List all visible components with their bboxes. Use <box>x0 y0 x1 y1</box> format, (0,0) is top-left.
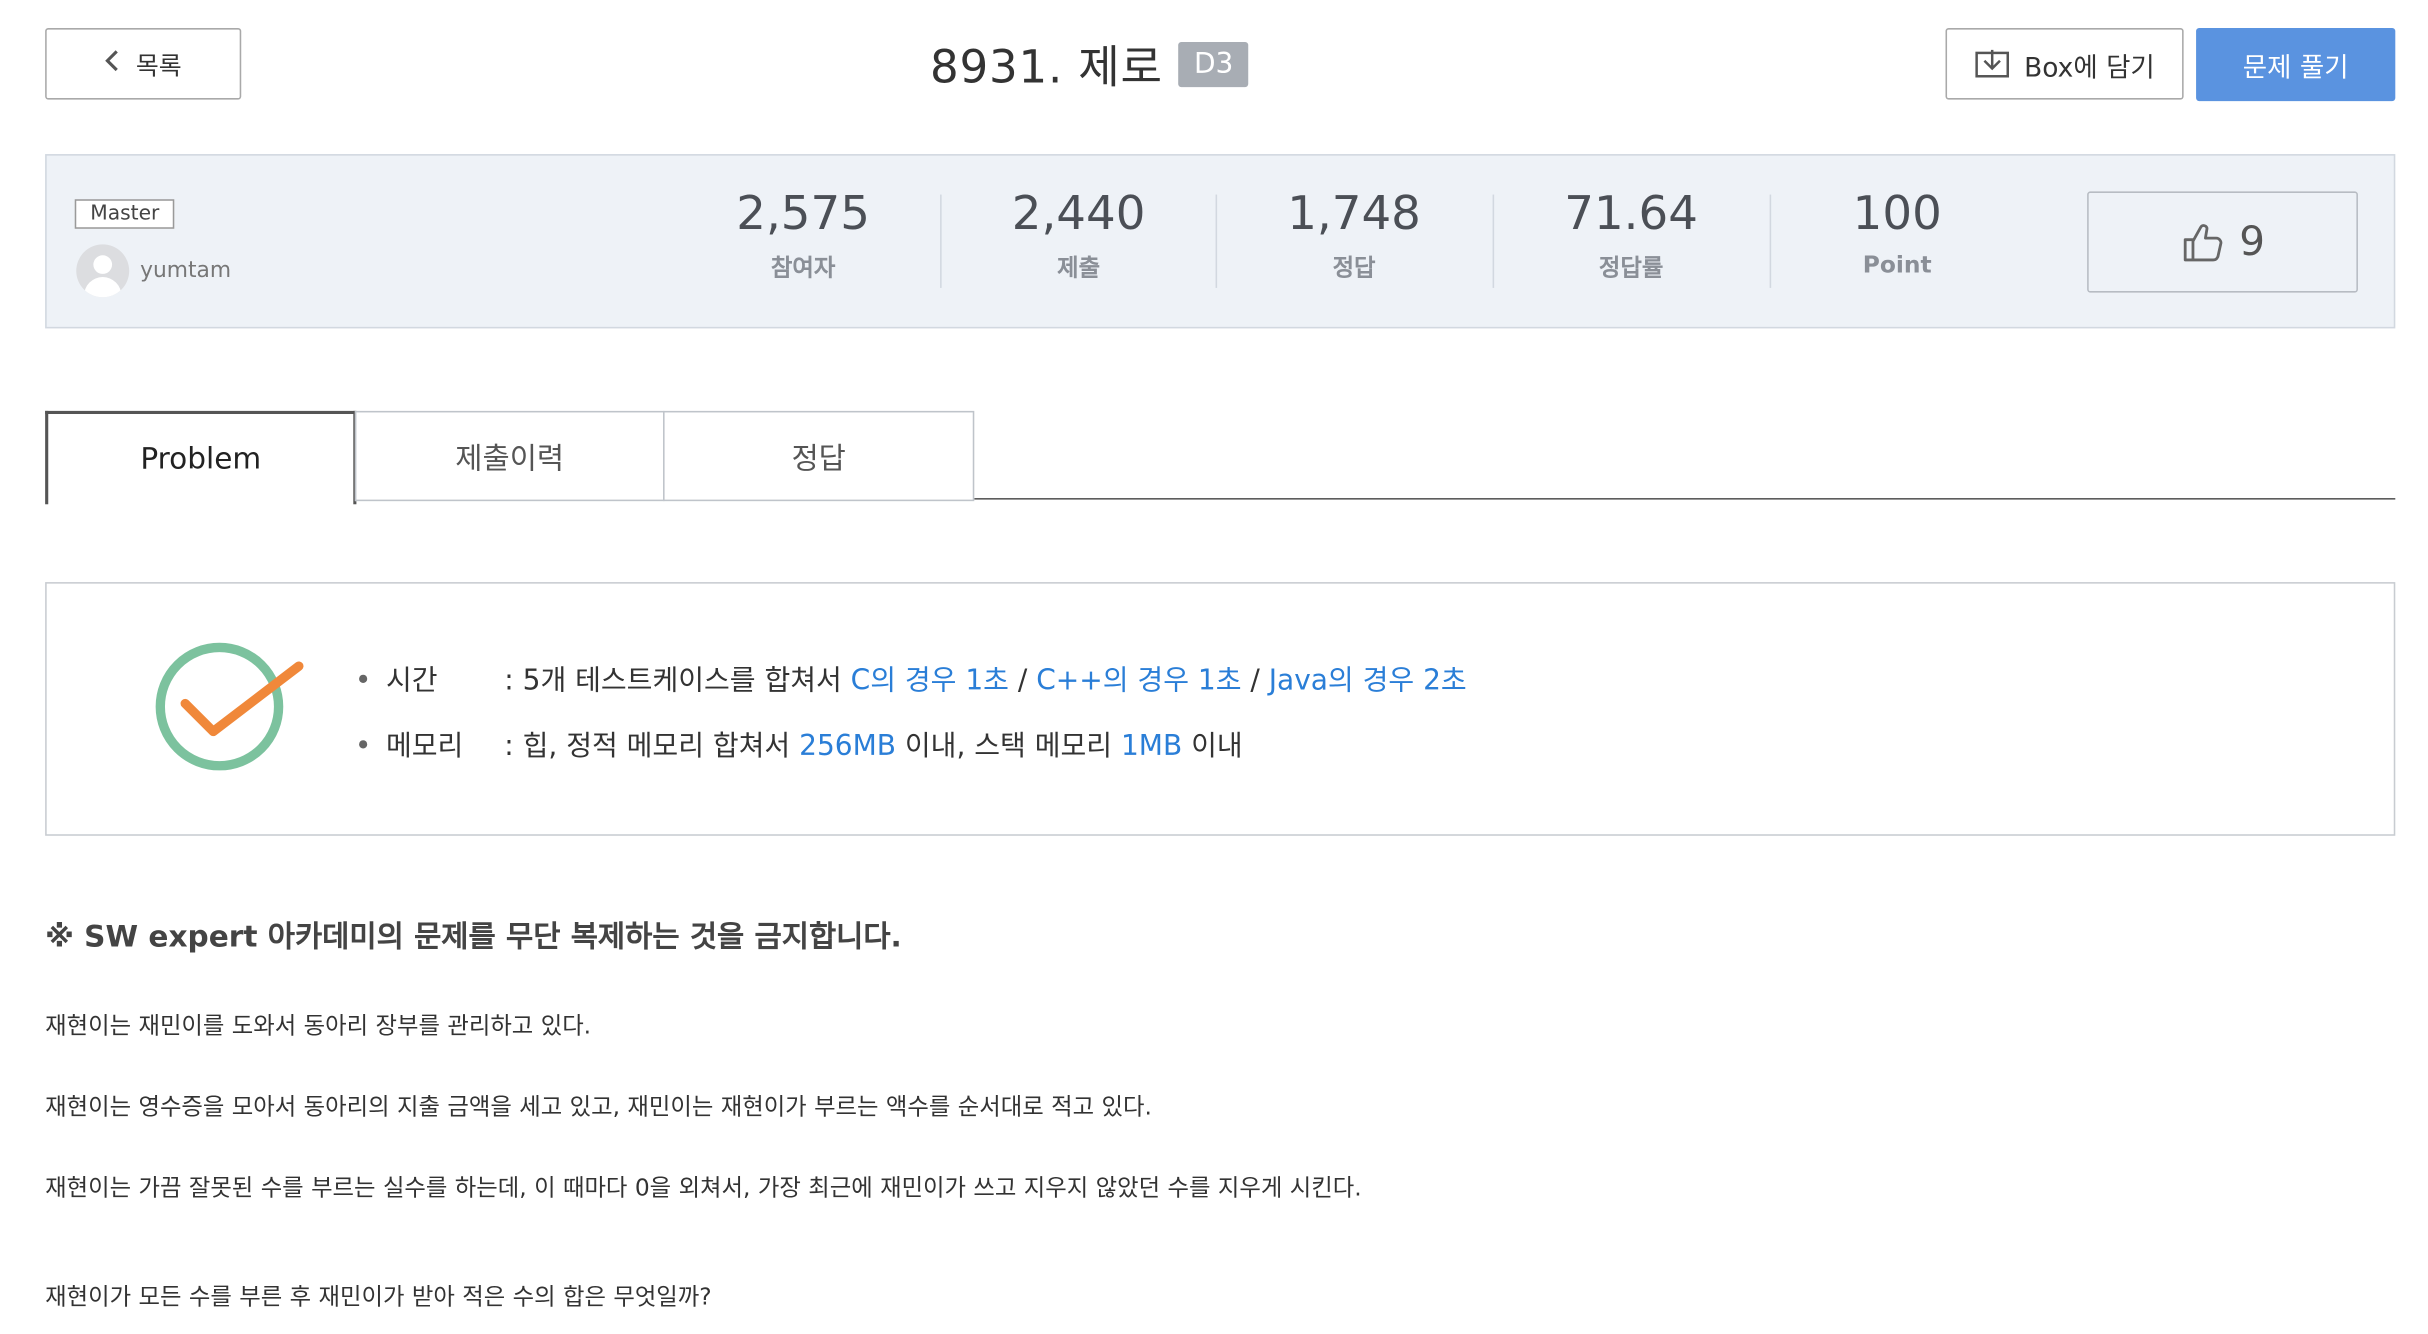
problem-heading: 8931. 제로 D3 <box>732 28 1448 100</box>
problem-paragraph: 재현이는 영수증을 모아서 동아리의 지출 금액을 세고 있고, 재민이는 재현… <box>45 1092 1152 1121</box>
stat-correct: 1,748 정답 <box>1217 187 1491 283</box>
memory-limit-text: : 힙, 정적 메모리 합쳐서 <box>504 729 800 763</box>
time-limit-text: : 5개 테스트케이스를 합쳐서 <box>504 664 851 698</box>
problem-page: 목록 8931. 제로 D3 Box에 담기 문제 풀기 Master yumt… <box>0 0 2428 1334</box>
stat-label: 참여자 <box>770 253 836 282</box>
bullet: • <box>354 664 372 698</box>
stat-participants: 2,575 참여자 <box>666 187 940 283</box>
add-to-box-label: Box에 담기 <box>2024 52 2155 84</box>
solve-problem-button[interactable]: 문제 풀기 <box>2196 28 2396 102</box>
cpp-time-limit: C++의 경우 1초 <box>1036 664 1242 698</box>
stat-value: 1,748 <box>1287 186 1421 242</box>
tab-problem[interactable]: Problem <box>45 410 357 505</box>
time-limit-row: • 시간 : 5개 테스트케이스를 합쳐서 C의 경우 1초 / C++의 경우 1… <box>355 658 1467 698</box>
bullet: • <box>354 729 372 763</box>
tab-submission-history[interactable]: 제출이력 <box>354 410 665 502</box>
chevron-left-icon <box>105 48 121 79</box>
separator: / <box>1008 664 1037 698</box>
separator: / <box>1241 664 1269 698</box>
back-label: 목록 <box>135 51 182 81</box>
memory-limit-row: • 메모리 : 힙, 정적 메모리 합쳐서 256MB 이내, 스택 메모리 1MB… <box>355 724 1243 764</box>
stat-points: 100 Point <box>1760 187 2034 279</box>
like-button[interactable]: 9 <box>2087 191 2358 293</box>
check-circle-icon <box>155 642 304 771</box>
copyright-notice: ※ SW expert 아카데미의 문제를 무단 복제하는 것을 금지합니다. <box>45 919 902 955</box>
heap-limit: 256MB <box>799 729 896 763</box>
c-time-limit: C의 경우 1초 <box>850 664 1009 698</box>
stat-label: 정답률 <box>1598 253 1664 282</box>
add-to-box-button[interactable]: Box에 담기 <box>1945 28 2184 100</box>
stat-label: 제출 <box>1057 253 1101 282</box>
stat-value: 71.64 <box>1564 186 1698 242</box>
stack-limit: 1MB <box>1120 729 1183 763</box>
tab-underline <box>974 498 2396 500</box>
memory-limit-text: 이내, 스택 메모리 <box>896 729 1121 763</box>
java-time-limit: Java의 경우 2초 <box>1268 664 1467 698</box>
tab-answers[interactable]: 정답 <box>663 410 975 502</box>
memory-limit-text: 이내 <box>1182 729 1243 763</box>
problem-title: 8931. 제로 <box>929 40 1163 94</box>
limits-panel <box>45 582 2396 836</box>
avatar[interactable] <box>76 244 130 298</box>
stat-label: Point <box>1862 250 1932 279</box>
stat-value: 2,440 <box>1011 186 1146 242</box>
author-name[interactable]: yumtam <box>140 258 231 283</box>
difficulty-badge: D3 <box>1178 41 1249 87</box>
problem-paragraph: 재현이는 가끔 잘못된 수를 부르는 실수를 하는데, 이 때마다 0을 외쳐서… <box>45 1173 1362 1202</box>
problem-paragraph: 재현이는 재민이를 도와서 동아리 장부를 관리하고 있다. <box>45 1011 592 1040</box>
back-to-list-button[interactable]: 목록 <box>45 28 242 100</box>
author-rank-badge: Master <box>74 199 175 229</box>
thumbs-up-icon <box>2183 223 2222 261</box>
download-box-icon <box>1974 49 2009 78</box>
stat-label: 정답 <box>1332 253 1376 282</box>
problem-paragraph: 재현이가 모든 수를 부른 후 재민이가 받아 적은 수의 합은 무엇일까? <box>45 1282 712 1311</box>
like-count: 9 <box>2239 218 2265 266</box>
time-limit-label: 시간 <box>385 664 438 698</box>
stat-value: 2,575 <box>736 186 870 242</box>
stat-submissions: 2,440 제출 <box>942 187 1216 283</box>
memory-limit-label: 메모리 <box>385 729 464 763</box>
stat-accuracy: 71.64 정답률 <box>1494 187 1768 283</box>
stat-value: 100 <box>1852 186 1942 242</box>
